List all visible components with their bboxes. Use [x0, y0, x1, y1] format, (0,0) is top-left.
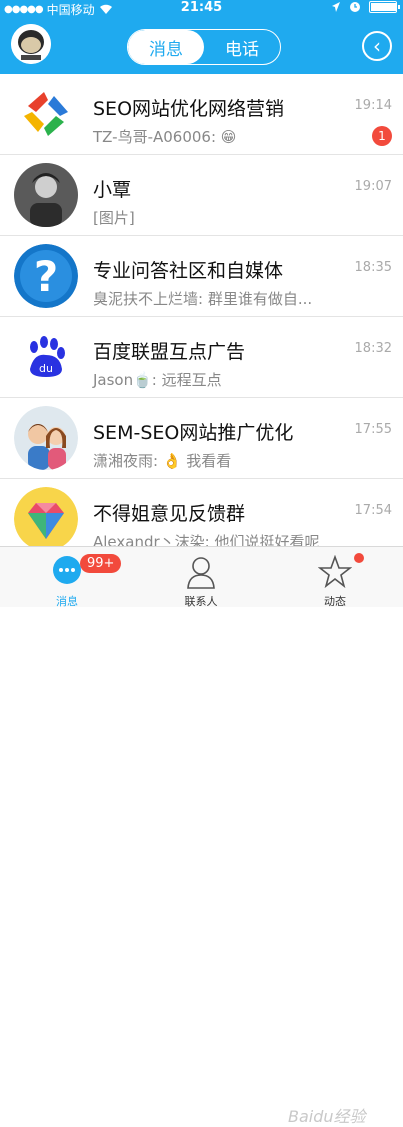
conversation-time: 17:55	[354, 422, 392, 437]
tab-label: 动态	[324, 595, 346, 608]
conversation-list: SEO网站优化网络营销 TZ-鸟哥-A06006: 😁 19:14 1 小覃 […	[0, 74, 403, 560]
bottom-tab-bar: 99+ 消息 联系人 动态 Baidu经验	[0, 546, 403, 1126]
header: ●●●●● 中国移动 21:45 消息 电话 ‹	[0, 0, 403, 74]
group-avatar	[14, 406, 78, 470]
conversation-preview: [图片]	[93, 209, 135, 227]
battery-icon	[369, 1, 400, 13]
group-avatar: ?	[14, 244, 78, 308]
conversation-preview: 臭泥扶不上烂墙: 群里谁有做自...	[93, 290, 313, 308]
message-bubble-icon	[53, 556, 81, 584]
conversation-time: 17:54	[354, 503, 392, 518]
svg-text:?: ?	[34, 252, 58, 301]
unread-count-badge: 99+	[80, 554, 122, 573]
location-icon	[332, 2, 340, 12]
back-button[interactable]: ‹	[362, 31, 392, 61]
tab-contacts[interactable]: 联系人	[134, 547, 268, 608]
group-avatar	[14, 487, 78, 551]
conversation-row[interactable]: SEM-SEO网站推广优化 潇湘夜雨: 👌 我看看 17:55	[0, 398, 403, 479]
conversation-name: SEO网站优化网络营销	[93, 98, 285, 120]
group-avatar	[14, 82, 78, 146]
chevron-left-icon: ‹	[373, 34, 381, 58]
status-bar: ●●●●● 中国移动 21:45	[0, 0, 403, 17]
conversation-row[interactable]: 小覃 [图片] 19:07	[0, 155, 403, 236]
conversation-name: 专业问答社区和自媒体	[93, 260, 284, 282]
contact-avatar	[14, 163, 78, 227]
tab-label: 消息	[56, 595, 78, 608]
tab-feed[interactable]: 动态	[268, 547, 402, 608]
watermark: Baidu经验	[288, 1107, 366, 1126]
conversation-name: 不得姐意见反馈群	[93, 503, 246, 525]
svg-text:du: du	[39, 362, 53, 375]
segment-control: 消息 电话	[127, 29, 281, 65]
tab-messages-bottom[interactable]: 99+ 消息	[0, 547, 134, 608]
notification-dot	[354, 553, 364, 563]
conversation-name: 小覃	[93, 179, 132, 201]
conversation-time: 19:14	[354, 98, 392, 113]
conversation-preview: 潇湘夜雨: 👌 我看看	[93, 452, 232, 470]
tab-messages[interactable]: 消息	[128, 30, 204, 64]
group-avatar: du	[14, 325, 78, 389]
star-icon	[318, 555, 352, 589]
conversation-time: 18:35	[354, 260, 392, 275]
contacts-icon	[187, 557, 215, 589]
alarm-icon	[350, 2, 360, 12]
conversation-time: 19:07	[354, 179, 392, 194]
user-avatar[interactable]	[11, 24, 51, 64]
conversation-preview: Jason🍵: 远程互点	[93, 371, 222, 389]
tab-label: 联系人	[184, 595, 218, 608]
unread-badge: 1	[372, 126, 392, 146]
conversation-name: SEM-SEO网站推广优化	[93, 422, 294, 444]
conversation-row[interactable]: ? 专业问答社区和自媒体 臭泥扶不上烂墙: 群里谁有做自... 18:35	[0, 236, 403, 317]
conversation-row[interactable]: du 百度联盟互点广告 Jason🍵: 远程互点 18:32	[0, 317, 403, 398]
conversation-time: 18:32	[354, 341, 392, 356]
conversation-preview: TZ-鸟哥-A06006: 😁	[93, 128, 237, 146]
tab-calls[interactable]: 电话	[204, 30, 280, 64]
conversation-row[interactable]: SEO网站优化网络营销 TZ-鸟哥-A06006: 😁 19:14 1	[0, 74, 403, 155]
conversation-name: 百度联盟互点广告	[93, 341, 246, 363]
